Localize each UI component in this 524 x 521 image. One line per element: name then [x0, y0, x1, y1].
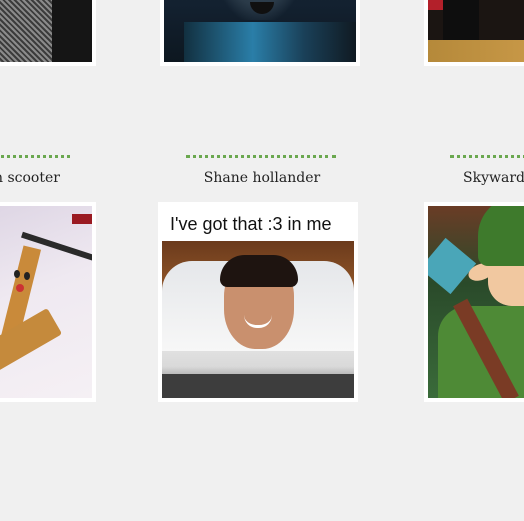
- thumbnail-bottom-middle[interactable]: I've got that :3 in me: [158, 202, 358, 402]
- caption-right[interactable]: Skyward s: [463, 169, 524, 187]
- thumbnail-image: [0, 0, 92, 62]
- gallery-viewport: n scooter Shane hollander Skyward s I've…: [0, 0, 524, 521]
- thumbnail-image: [428, 206, 524, 398]
- thumbnail-top-right[interactable]: [424, 0, 524, 66]
- meme-caption: I've got that :3 in me: [170, 214, 332, 234]
- dotted-separator: [186, 155, 336, 158]
- thumbnail-top-middle[interactable]: [160, 0, 360, 66]
- thumbnail-image: [164, 0, 356, 62]
- thumbnail-bottom-left[interactable]: [0, 202, 96, 402]
- dotted-separator: [450, 155, 524, 158]
- thumbnail-image: [0, 206, 92, 398]
- dotted-separator: [0, 155, 70, 158]
- thumbnail-top-left[interactable]: [0, 0, 96, 66]
- caption-middle[interactable]: Shane hollander: [0, 169, 524, 187]
- thumbnail-image: [428, 0, 524, 62]
- thumbnail-image: I've got that :3 in me: [162, 206, 354, 398]
- thumbnail-bottom-right[interactable]: [424, 202, 524, 402]
